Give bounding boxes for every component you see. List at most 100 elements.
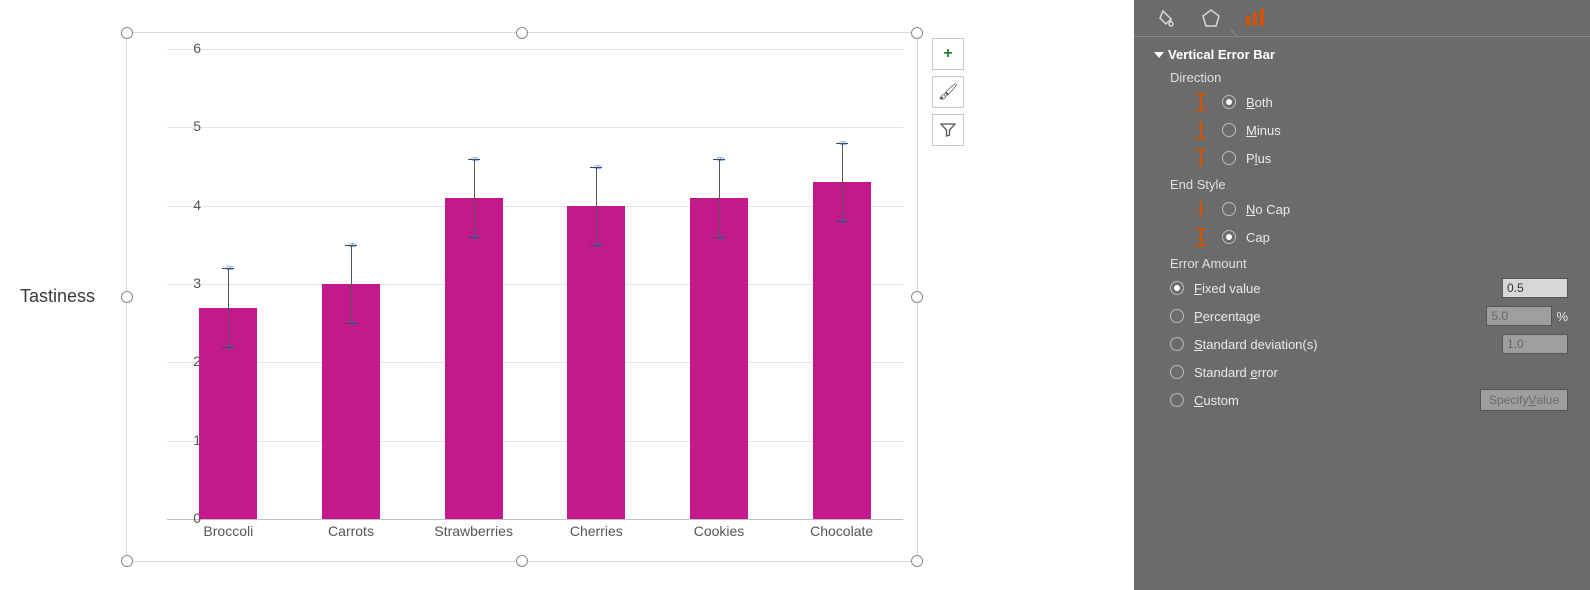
selection-handle[interactable]	[516, 27, 528, 39]
cap-icon	[1190, 226, 1212, 248]
endstyle-cap-option[interactable]: Cap	[1190, 226, 1568, 248]
error-selection-marker: ○○	[225, 263, 231, 274]
error-percent-row[interactable]: Percentage %	[1170, 305, 1568, 327]
direction-minus-option[interactable]: Minus	[1190, 119, 1568, 141]
radio[interactable]	[1170, 281, 1184, 295]
percent-symbol: %	[1556, 309, 1568, 324]
option-label: Minus	[1246, 123, 1281, 138]
option-label: Custom	[1194, 393, 1239, 408]
radio[interactable]	[1170, 393, 1184, 407]
pane-tabs	[1134, 0, 1590, 37]
chart-object[interactable]: 0123456○○○○○○○○○○○○○○○○○○○○○○○○ Broccoli…	[126, 32, 918, 562]
selection-handle[interactable]	[516, 555, 528, 567]
error-selection-marker: ○○	[716, 232, 722, 243]
option-label: Both	[1246, 95, 1273, 110]
bar[interactable]	[445, 198, 503, 519]
x-category-label: Chocolate	[782, 523, 902, 539]
radio[interactable]	[1222, 230, 1236, 244]
gridline	[167, 206, 903, 207]
error-selection-marker: ○○	[348, 240, 354, 251]
error-bar[interactable]	[351, 245, 352, 323]
bar[interactable]	[813, 182, 871, 519]
x-category-label: Cookies	[659, 523, 779, 539]
radio[interactable]	[1222, 95, 1236, 109]
error-selection-marker: ○○	[593, 162, 599, 173]
direction-both-option[interactable]: Both	[1190, 91, 1568, 113]
y-tick-label: 6	[171, 40, 201, 56]
gridline	[167, 441, 903, 442]
bar[interactable]	[690, 198, 748, 519]
option-label: Standard error	[1194, 365, 1278, 380]
selection-handle[interactable]	[911, 291, 923, 303]
chart-filter-button[interactable]	[932, 114, 964, 146]
y-axis-label: Tastiness	[20, 286, 95, 307]
error-selection-marker: ○○	[839, 216, 845, 227]
radio[interactable]	[1170, 337, 1184, 351]
x-category-label: Broccoli	[168, 523, 288, 539]
selection-handle[interactable]	[121, 555, 133, 567]
bar[interactable]	[567, 206, 625, 519]
gridline	[167, 127, 903, 128]
gridline	[167, 519, 903, 520]
error-stderr-row[interactable]: Standard error	[1170, 361, 1568, 383]
error-custom-row[interactable]: Custom Specify Value	[1170, 389, 1568, 411]
selection-handle[interactable]	[911, 555, 923, 567]
fill-tab-icon[interactable]	[1156, 7, 1178, 29]
option-label: Percentage	[1194, 309, 1261, 324]
both-icon	[1190, 91, 1212, 113]
endstyle-label: End Style	[1170, 177, 1568, 192]
option-label: Fixed value	[1194, 281, 1261, 296]
gridline	[167, 362, 903, 363]
radio[interactable]	[1222, 123, 1236, 137]
gridline	[167, 49, 903, 50]
selection-handle[interactable]	[121, 27, 133, 39]
minus-icon	[1190, 119, 1212, 141]
error-selection-marker: ○○	[716, 154, 722, 165]
percent-value-input	[1486, 306, 1552, 326]
chart-side-buttons: + 🖌	[932, 38, 964, 152]
direction-plus-option[interactable]: Plus	[1190, 147, 1568, 169]
selection-handle[interactable]	[911, 27, 923, 39]
option-label: Cap	[1246, 230, 1270, 245]
effects-tab-icon[interactable]	[1200, 7, 1222, 29]
endstyle-nocap-option[interactable]: No Cap	[1190, 198, 1568, 220]
radio[interactable]	[1222, 202, 1236, 216]
x-category-label: Cherries	[536, 523, 656, 539]
y-tick-label: 4	[171, 197, 201, 213]
error-fixed-row[interactable]: Fixed value	[1170, 277, 1568, 299]
section-header[interactable]: Vertical Error Bar	[1156, 47, 1568, 62]
error-selection-marker: ○○	[593, 240, 599, 251]
error-bar[interactable]	[596, 167, 597, 245]
fixed-value-input[interactable]	[1502, 278, 1568, 298]
error-selection-marker: ○○	[839, 138, 845, 149]
radio[interactable]	[1170, 309, 1184, 323]
error-bar[interactable]	[842, 143, 843, 221]
collapse-icon	[1154, 52, 1164, 58]
chart-style-button[interactable]: 🖌	[932, 76, 964, 108]
chart-area: Tastiness 0123456○○○○○○○○○○○○○○○○○○○○○○○…	[14, 0, 1114, 590]
radio[interactable]	[1170, 365, 1184, 379]
error-selection-marker: ○○	[348, 318, 354, 329]
error-selection-marker: ○○	[471, 232, 477, 243]
y-tick-label: 3	[171, 275, 201, 291]
error-stddev-row[interactable]: Standard deviation(s)	[1170, 333, 1568, 355]
y-tick-label: 1	[171, 432, 201, 448]
selection-handle[interactable]	[121, 291, 133, 303]
section-title: Vertical Error Bar	[1168, 47, 1275, 62]
chart-add-button[interactable]: +	[932, 38, 964, 70]
direction-label: Direction	[1170, 70, 1568, 85]
radio[interactable]	[1222, 151, 1236, 165]
option-label: Plus	[1246, 151, 1271, 166]
y-tick-label: 5	[171, 118, 201, 134]
error-bar[interactable]	[228, 268, 229, 346]
plot-area: 0123456○○○○○○○○○○○○○○○○○○○○○○○○	[167, 49, 903, 519]
option-label: Standard deviation(s)	[1194, 337, 1318, 352]
erroramount-label: Error Amount	[1170, 256, 1568, 271]
option-label: No Cap	[1246, 202, 1290, 217]
x-category-label: Strawberries	[414, 523, 534, 539]
series-tab-icon[interactable]	[1244, 7, 1266, 29]
error-bar[interactable]	[719, 159, 720, 237]
y-tick-label: 2	[171, 353, 201, 369]
error-bar[interactable]	[474, 159, 475, 237]
gridline	[167, 284, 903, 285]
